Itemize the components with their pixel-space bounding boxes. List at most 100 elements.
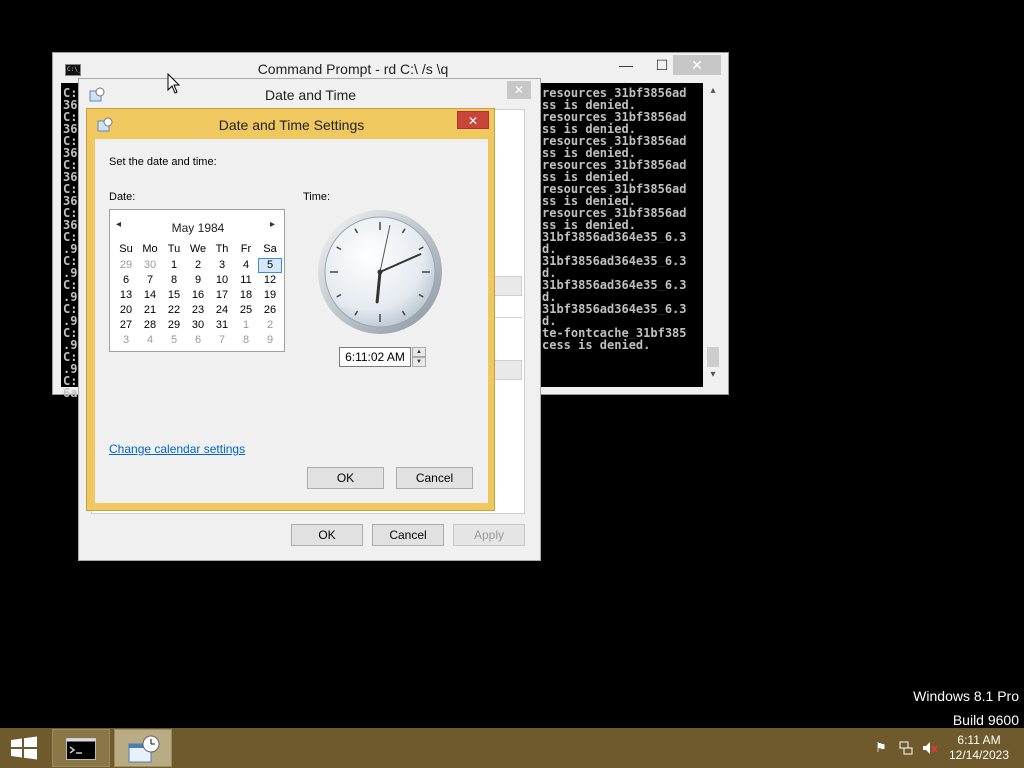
- taskbar: ⚑ 6:11 AM 12/14/2023: [0, 728, 1024, 768]
- console-line: d.: [542, 267, 557, 279]
- windows-start-icon[interactable]: [10, 736, 38, 760]
- weekday-label: Th: [215, 243, 229, 255]
- calendar-day[interactable]: 30: [186, 318, 210, 333]
- hidden-button[interactable]: [492, 276, 522, 296]
- calendar-day[interactable]: 11: [234, 273, 258, 288]
- calendar-day[interactable]: 30: [138, 258, 162, 273]
- console-line: C:: [63, 207, 78, 219]
- network-icon[interactable]: [898, 740, 914, 756]
- console-line: .9: [63, 243, 78, 255]
- date-and-time-settings-dialog[interactable]: Date and Time Settings ✕ Set the date an…: [86, 108, 495, 511]
- system-clock[interactable]: 6:11 AM 12/14/2023: [938, 733, 1020, 763]
- calendar-day[interactable]: 6: [114, 273, 138, 288]
- calendar-day[interactable]: 3: [210, 258, 234, 273]
- calendar-day[interactable]: 10: [210, 273, 234, 288]
- minimize-button[interactable]: —: [611, 55, 641, 75]
- calendar-day[interactable]: 21: [138, 303, 162, 318]
- weekday-label: Mo: [142, 243, 158, 255]
- dialog-title: Date and Time: [264, 87, 357, 103]
- calendar-day[interactable]: 29: [114, 258, 138, 273]
- calendar-day[interactable]: 31: [210, 318, 234, 333]
- console-scrollbar[interactable]: ▴ ▾: [705, 83, 721, 387]
- calendar-day[interactable]: 19: [258, 288, 282, 303]
- month-calendar[interactable]: ◂ May 1984 ▸ Su Mo Tu We Th Fr Sa 29 30 1 2 3 4 5 6 7 8…: [109, 209, 285, 352]
- calendar-day[interactable]: 7: [138, 273, 162, 288]
- cancel-button[interactable]: Cancel: [396, 467, 473, 489]
- calendar-day[interactable]: 17: [210, 288, 234, 303]
- calendar-day[interactable]: 14: [138, 288, 162, 303]
- console-line: 36: [63, 195, 78, 207]
- calendar-day[interactable]: 2: [186, 258, 210, 273]
- calendar-day[interactable]: 1: [234, 318, 258, 333]
- calendar-day[interactable]: 3: [114, 333, 138, 348]
- console-line: C:: [63, 183, 78, 195]
- calendar-day[interactable]: 9: [186, 273, 210, 288]
- dialog-title: Date and Time Settings: [218, 117, 365, 133]
- console-line: .9: [63, 315, 78, 327]
- console-line: C:: [63, 303, 78, 315]
- calendar-day[interactable]: 28: [138, 318, 162, 333]
- console-line: 36: [63, 171, 78, 183]
- console-line: resources_31bf3856ad: [542, 183, 687, 195]
- calendar-day[interactable]: 5: [258, 258, 282, 273]
- calendar-day[interactable]: 24: [210, 303, 234, 318]
- weekday-label: We: [189, 243, 207, 255]
- calendar-days[interactable]: 29 30 1 2 3 4 5 6 7 8 9 10 11 12 13 14 15 16 17 18 19 20 21 22 2…: [114, 258, 282, 348]
- calendar-day[interactable]: 4: [234, 258, 258, 273]
- calendar-day[interactable]: 2: [258, 318, 282, 333]
- time-spinner[interactable]: ▲ ▼: [412, 347, 426, 367]
- calendar-day[interactable]: 6: [186, 333, 210, 348]
- console-line: C:: [63, 255, 78, 267]
- console-line: d.: [542, 243, 557, 255]
- calendar-day[interactable]: 18: [234, 288, 258, 303]
- system-date: 12/14/2023: [948, 748, 1010, 762]
- console-line: C:: [63, 87, 78, 99]
- dialog-close-button[interactable]: ✕: [457, 111, 489, 129]
- calendar-day[interactable]: 7: [210, 333, 234, 348]
- calendar-week: 6 7 8 9 10 11 12: [114, 273, 282, 288]
- console-line: resources_31bf3856ad: [542, 87, 687, 99]
- calendar-day[interactable]: 5: [162, 333, 186, 348]
- calendar-month-title[interactable]: May 1984: [110, 221, 286, 235]
- calendar-day[interactable]: 1: [162, 258, 186, 273]
- calendar-day[interactable]: 8: [162, 273, 186, 288]
- change-calendar-settings-link[interactable]: Change calendar settings: [109, 442, 245, 456]
- console-line: ss is denied.: [542, 171, 636, 183]
- calendar-day[interactable]: 27: [114, 318, 138, 333]
- taskbar-date-and-time[interactable]: [114, 729, 172, 767]
- scroll-down-arrow-icon[interactable]: ▾: [705, 369, 721, 380]
- calendar-day[interactable]: 15: [162, 288, 186, 303]
- cancel-button[interactable]: Cancel: [372, 524, 444, 546]
- taskbar-command-prompt[interactable]: [52, 729, 110, 767]
- next-month-icon[interactable]: ▸: [270, 219, 275, 230]
- spin-up-icon[interactable]: ▲: [412, 347, 426, 357]
- calendar-day[interactable]: 12: [258, 273, 282, 288]
- hidden-button[interactable]: [492, 360, 522, 380]
- calendar-day[interactable]: 29: [162, 318, 186, 333]
- calendar-day[interactable]: 4: [138, 333, 162, 348]
- console-left-column: C: 36 C: 36 C: 36 C: 36 C: 36 C: 36 C: .9 C: .9 C: .9 C: .9…: [63, 87, 79, 399]
- mouse-pointer-icon: [167, 73, 181, 94]
- console-line: C:: [63, 351, 78, 363]
- cmd-close-button[interactable]: ✕: [673, 55, 721, 75]
- calendar-day[interactable]: 16: [186, 288, 210, 303]
- calendar-day[interactable]: 8: [234, 333, 258, 348]
- calendar-day[interactable]: 26: [258, 303, 282, 318]
- scroll-thumb[interactable]: [707, 347, 719, 367]
- calendar-day[interactable]: 23: [186, 303, 210, 318]
- apply-button[interactable]: Apply: [453, 524, 525, 546]
- calendar-day[interactable]: 9: [258, 333, 282, 348]
- calendar-day[interactable]: 13: [114, 288, 138, 303]
- spin-down-icon[interactable]: ▼: [412, 357, 426, 367]
- calendar-week: 27 28 29 30 31 1 2: [114, 318, 282, 333]
- calendar-day[interactable]: 22: [162, 303, 186, 318]
- time-input[interactable]: 6:11:02 AM: [339, 347, 411, 367]
- calendar-day[interactable]: 25: [234, 303, 258, 318]
- dialog-close-button[interactable]: ✕: [507, 81, 531, 99]
- action-center-flag-icon[interactable]: ⚑: [873, 740, 889, 756]
- scroll-up-arrow-icon[interactable]: ▴: [705, 85, 721, 96]
- volume-muted-icon[interactable]: [922, 740, 938, 756]
- ok-button[interactable]: OK: [291, 524, 363, 546]
- ok-button[interactable]: OK: [307, 467, 384, 489]
- calendar-day[interactable]: 20: [114, 303, 138, 318]
